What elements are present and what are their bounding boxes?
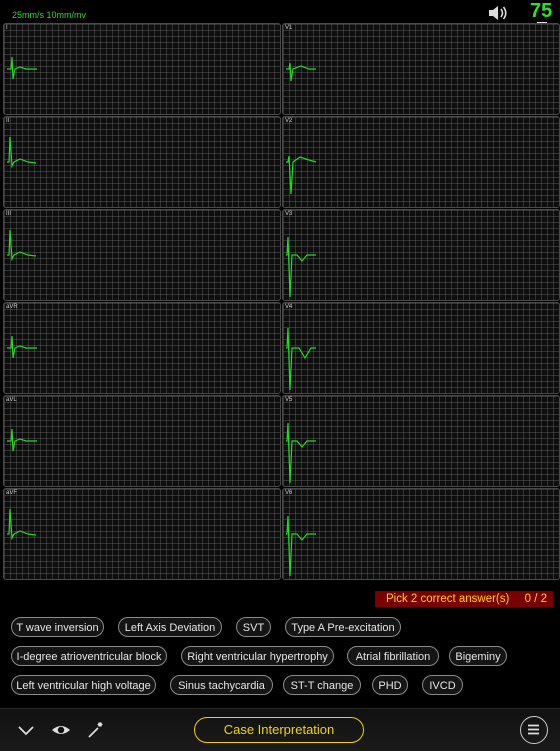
ecg-lead-panel: aVL [3, 395, 281, 487]
answer-option[interactable]: SVT [236, 617, 271, 637]
ecg-trace [7, 508, 37, 541]
answer-option[interactable]: PHD [372, 675, 408, 695]
answer-option[interactable]: Right ventricular hypertrophy [181, 646, 334, 666]
answer-option[interactable]: Left Axis Deviation [118, 617, 222, 637]
answer-option[interactable]: T wave inversion [11, 617, 104, 637]
ecg-waveform [7, 56, 37, 80]
speaker-icon[interactable] [487, 4, 509, 22]
ecg-trace [286, 155, 317, 195]
ecg-trace [286, 422, 316, 484]
answer-option[interactable]: Left ventricular high voltage [11, 675, 156, 695]
ecg-trace [7, 229, 37, 262]
ecg-lead-panel: V6 [282, 488, 560, 580]
top-bar: 25mm/s 10mm/mv 75 [0, 0, 560, 36]
ecg-waveform [7, 508, 37, 541]
answer-option[interactable]: I-degree atrioventricular block [11, 646, 167, 666]
ecg-trace [7, 428, 37, 452]
case-interpretation-button[interactable]: Case Interpretation [194, 717, 364, 743]
ecg-trace [7, 335, 37, 359]
ecg-waveform [286, 327, 316, 391]
chevron-down-icon[interactable] [16, 720, 36, 740]
ecg-trace [7, 136, 37, 169]
answer-option[interactable]: Atrial fibrillation [347, 646, 439, 666]
answer-option[interactable]: Type A Pre-excitation [285, 617, 401, 637]
menu-button[interactable] [520, 716, 548, 744]
answer-option[interactable]: ST-T change [283, 675, 361, 695]
ecg-lead-panel: aVR [3, 302, 281, 394]
ecg-lead-panel: III [3, 209, 281, 301]
ecg-trace [7, 56, 37, 80]
eye-icon[interactable] [51, 720, 71, 740]
paper-speed-label: 25mm/s 10mm/mv [12, 10, 87, 20]
ecg-waveform [7, 335, 37, 359]
ecg-waveform [286, 236, 316, 298]
magic-wand-icon[interactable] [86, 720, 106, 740]
prompt-text: Pick 2 correct answer(s) [386, 593, 510, 605]
ecg-trace [286, 62, 316, 82]
ecg-lead-panel: V1 [282, 23, 560, 115]
ecg-waveform [7, 229, 37, 262]
ecg-lead-panel: I [3, 23, 281, 115]
ecg-trace [286, 515, 316, 577]
ecg-trace [286, 327, 316, 391]
ecg-waveform [286, 422, 316, 484]
score-text: 0 / 2 [524, 593, 547, 605]
ecg-lead-panel: V5 [282, 395, 560, 487]
ecg-waveform [7, 428, 37, 452]
answer-option[interactable]: Bigeminy [449, 646, 507, 666]
ecg-lead-panel: aVF [3, 488, 281, 580]
answer-prompt: Pick 2 correct answer(s) 0 / 2 [375, 591, 553, 607]
answer-option[interactable]: IVCD [422, 675, 463, 695]
ecg-waveform [286, 155, 317, 195]
ecg-lead-panel: V2 [282, 116, 560, 208]
ecg-trace [286, 236, 316, 298]
answer-option[interactable]: Sinus tachycardia [170, 675, 273, 695]
menu-icon [528, 724, 539, 735]
ecg-waveform [7, 136, 37, 169]
ecg-lead-panel: V4 [282, 302, 560, 394]
ecg-waveform [286, 62, 316, 82]
bottom-toolbar: Case Interpretation [0, 708, 560, 751]
ecg-lead-panel: V3 [282, 209, 560, 301]
ecg-waveform [286, 515, 316, 577]
ecg-lead-panel: II [3, 116, 281, 208]
case-count: 75 [530, 0, 553, 22]
